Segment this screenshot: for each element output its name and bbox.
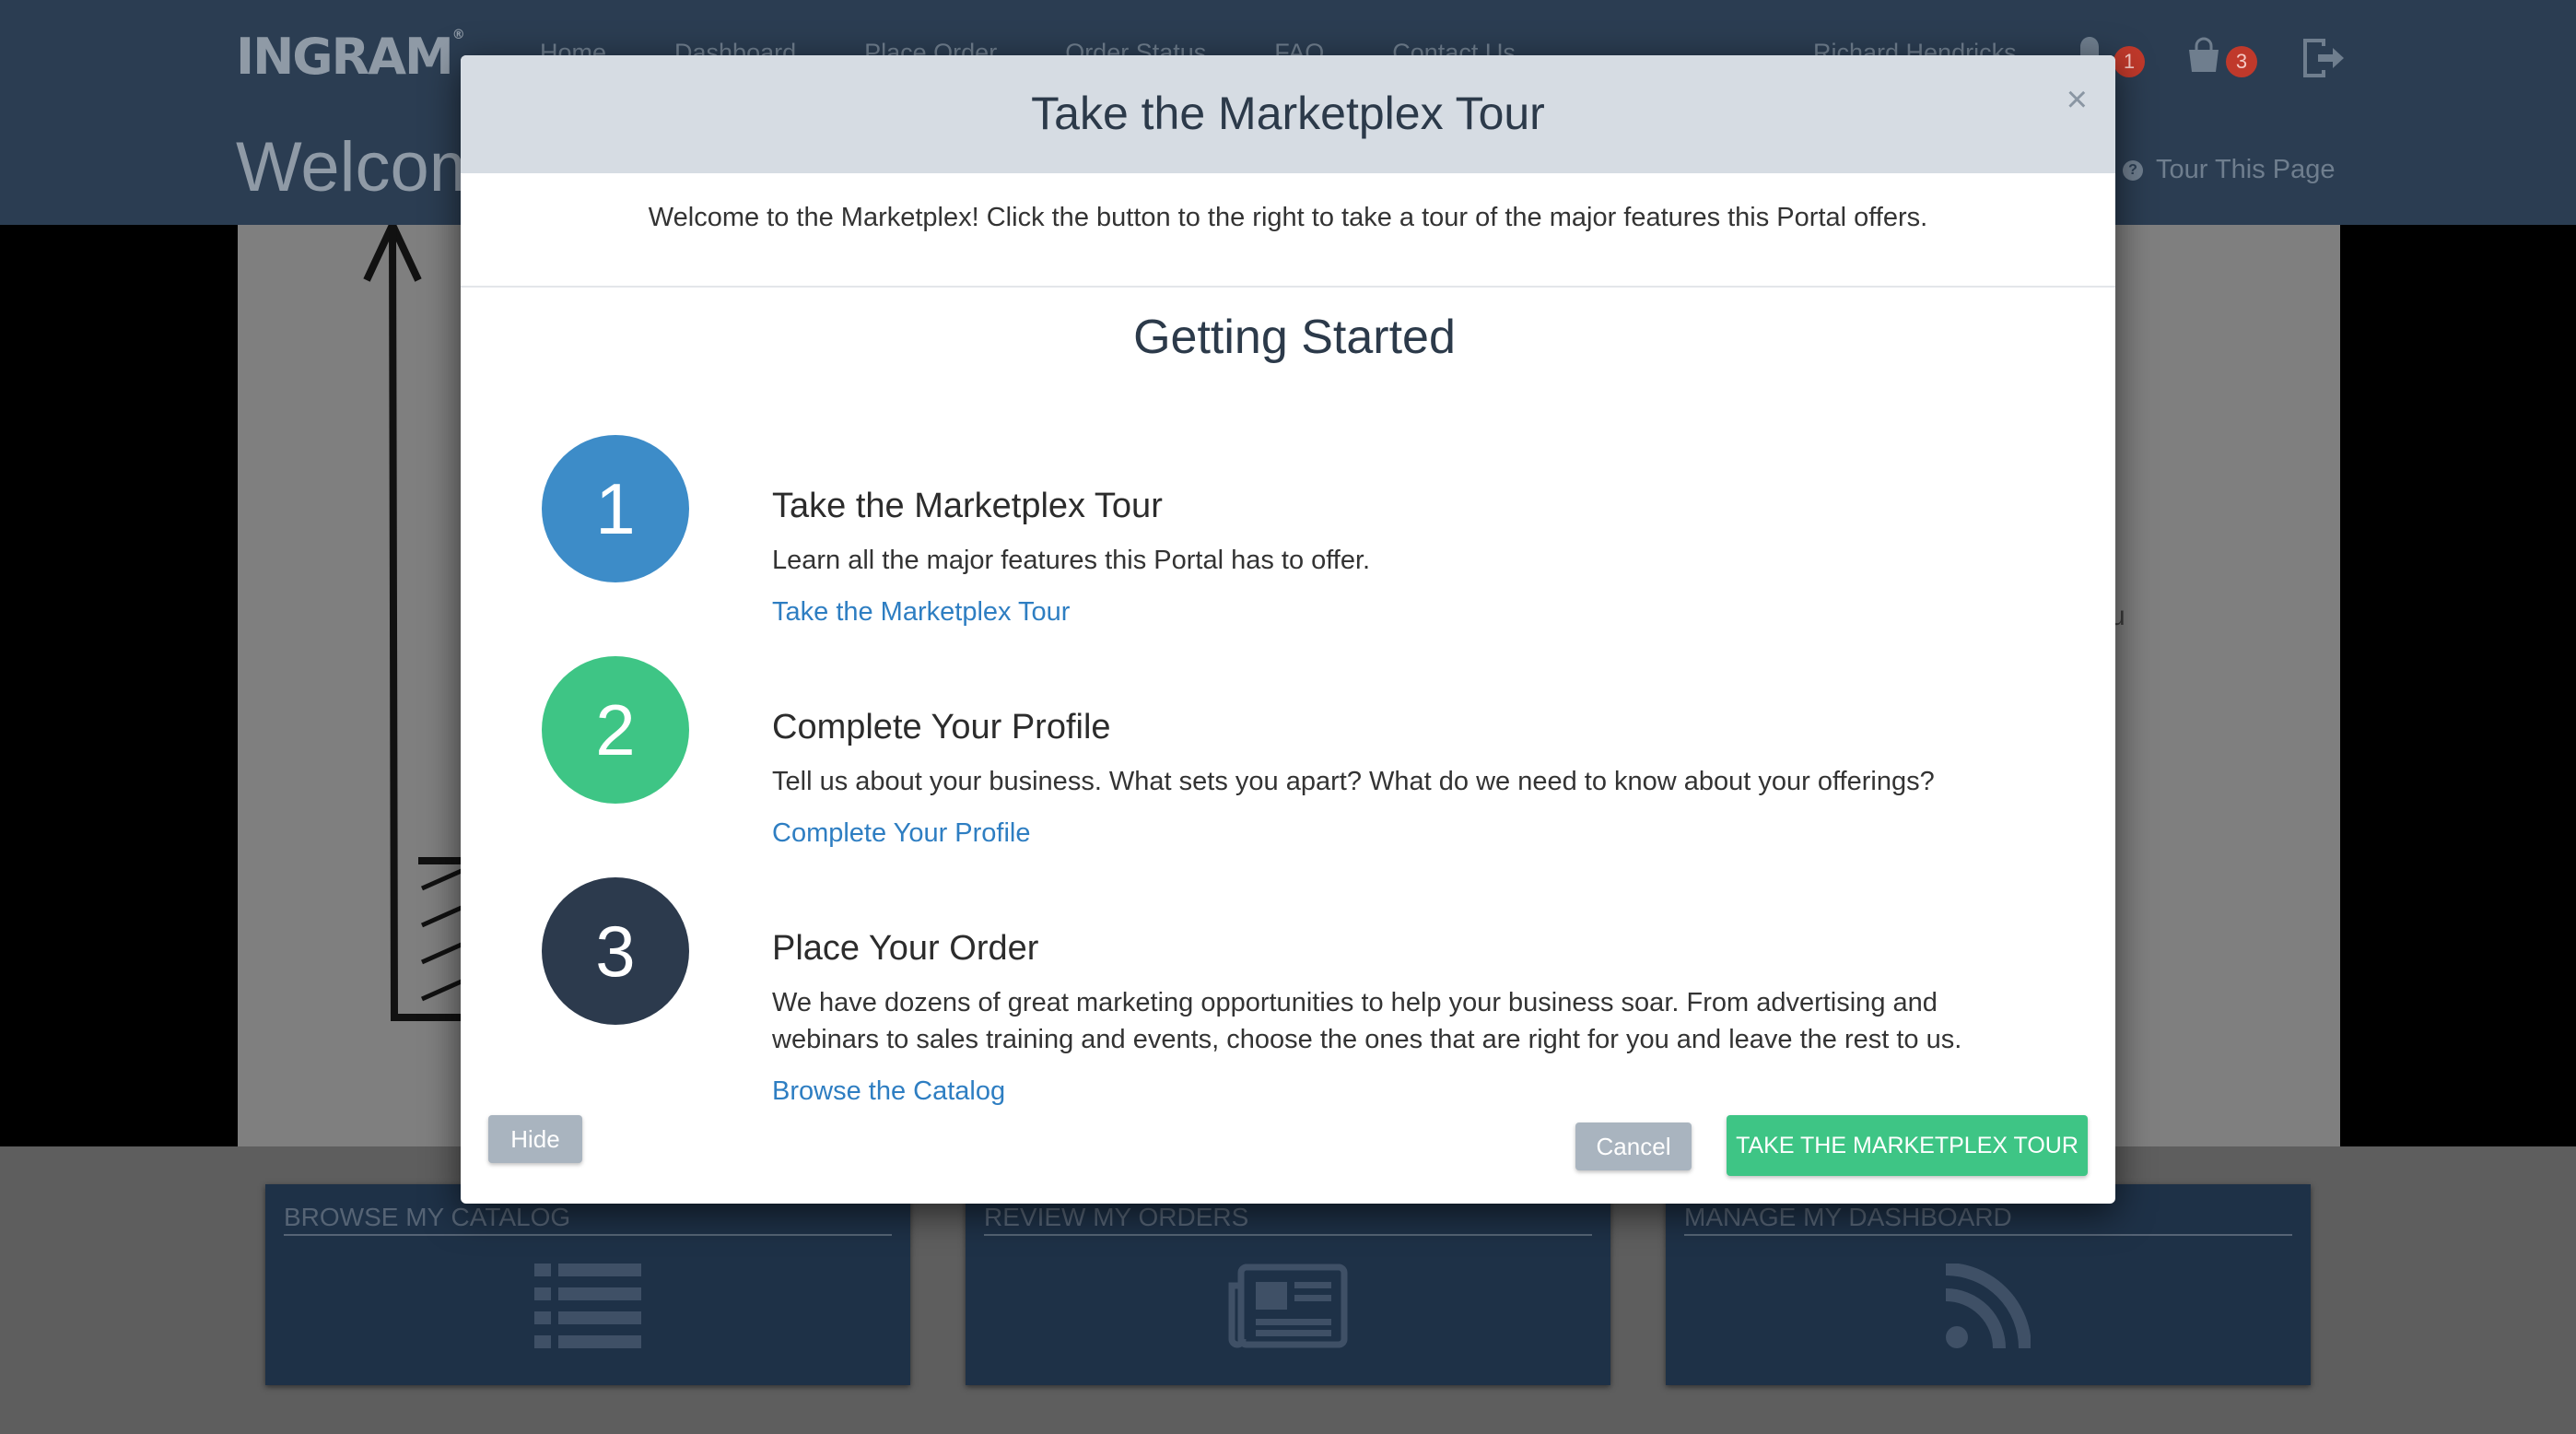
close-icon[interactable]: × <box>2067 79 2088 121</box>
notification-count-badge: 1 <box>2113 46 2145 77</box>
modal-intro-text: Welcome to the Marketplex! Click the but… <box>648 203 1928 232</box>
step-number-circle: 2 <box>542 656 689 804</box>
browse-catalog-link[interactable]: Browse the Catalog <box>772 1076 1005 1107</box>
step-description: We have dozens of great marketing opport… <box>772 988 1962 1054</box>
modal-title: Take the Marketplex Tour <box>1031 88 1545 139</box>
manage-dashboard-tile[interactable]: MANAGE MY DASHBOARD <box>1666 1184 2311 1385</box>
complete-profile-link[interactable]: Complete Your Profile <box>772 818 1031 849</box>
list-icon <box>265 1264 910 1348</box>
tour-this-page-label: Tour This Page <box>2156 155 2336 184</box>
step-title: Place Your Order <box>772 929 1039 968</box>
step-number-circle: 1 <box>542 435 689 582</box>
newspaper-icon <box>966 1264 1610 1348</box>
step-description: Tell us about your business. What sets y… <box>772 767 1935 796</box>
step-description: Learn all the major features this Portal… <box>772 546 1371 575</box>
review-orders-tile[interactable]: REVIEW MY ORDERS <box>966 1184 1610 1385</box>
tile-title: MANAGE MY DASHBOARD <box>1684 1203 2292 1236</box>
modal-header: Take the Marketplex Tour × <box>461 55 2115 173</box>
getting-started-heading: Getting Started <box>1133 311 1456 364</box>
browse-catalog-tile[interactable]: BROWSE MY CATALOG <box>265 1184 910 1385</box>
step-number-circle: 3 <box>542 877 689 1025</box>
logout-icon[interactable] <box>2300 35 2346 86</box>
step-title: Take the Marketplex Tour <box>772 487 1163 525</box>
tour-modal: Take the Marketplex Tour × Welcome to th… <box>461 55 2115 1204</box>
cancel-button[interactable]: Cancel <box>1575 1123 1692 1170</box>
help-icon: ? <box>2123 159 2143 181</box>
tour-this-page-link[interactable]: ? Tour This Page <box>2123 155 2336 185</box>
cart-count-badge: 3 <box>2226 46 2257 77</box>
tile-title: REVIEW MY ORDERS <box>984 1203 1592 1236</box>
take-tour-button[interactable]: TAKE THE MARKETPLEX TOUR <box>1727 1115 2088 1176</box>
shopping-bag-icon[interactable] <box>2184 35 2224 80</box>
modal-divider <box>461 286 2115 288</box>
step-title: Complete Your Profile <box>772 708 1111 746</box>
take-tour-link[interactable]: Take the Marketplex Tour <box>772 597 1070 628</box>
ingram-logo[interactable]: INGRAM® <box>236 28 465 86</box>
tile-title: BROWSE MY CATALOG <box>284 1203 892 1236</box>
hide-button[interactable]: Hide <box>488 1115 582 1163</box>
rss-icon <box>1666 1264 2311 1348</box>
